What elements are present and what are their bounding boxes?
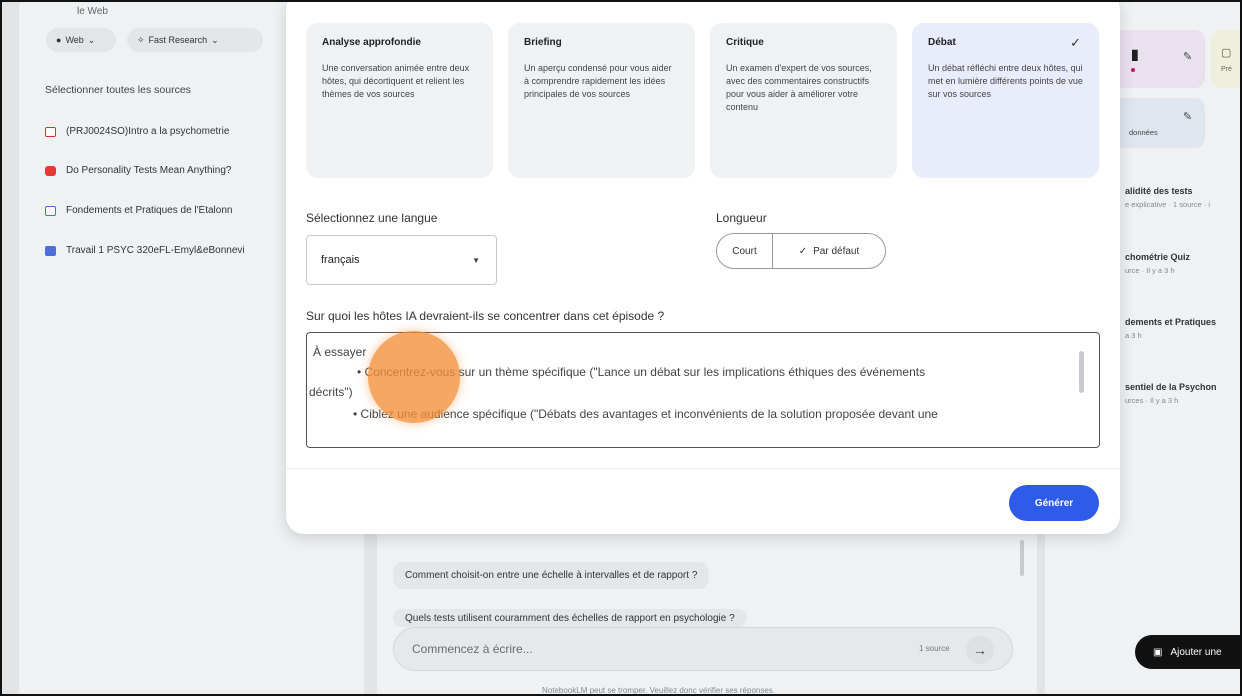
note-subtitle: urces · Il y a 3 h	[1125, 396, 1179, 405]
format-description: Une conversation animée entre deux hôtes…	[322, 63, 470, 99]
send-button[interactable]: →	[966, 636, 994, 664]
source-title: Travail 1 PSYC 320eFL-Emyl&eBonnevi	[66, 245, 245, 256]
dialog-divider	[286, 468, 1120, 469]
generate-button[interactable]: Générer	[1009, 485, 1099, 521]
format-title: Briefing	[524, 37, 562, 48]
research-chip[interactable]: ✧ Fast Research ⌄	[127, 28, 263, 52]
app-frame: le Web ● Web ⌄ ✧ Fast Research ⌄ Sélecti…	[0, 0, 1242, 696]
note-item[interactable]: alidité des tests e explicative · 1 sour…	[1125, 186, 1210, 209]
format-description: Un débat réfléchi entre deux hôtes, qui …	[928, 63, 1083, 99]
format-title: Analyse approfondie	[322, 37, 421, 48]
format-description: Un aperçu condensé pour vous aider à com…	[524, 63, 672, 99]
tile-label: Pré	[1221, 66, 1232, 73]
audio-overview-dialog: Analyse approfondie Une conversation ani…	[286, 2, 1120, 534]
chat-composer[interactable]: Commencez à écrire... 1 source →	[393, 627, 1013, 671]
length-label: Longueur	[716, 211, 767, 225]
note-item[interactable]: chométrie Quiz urce · Il y a 3 h	[1125, 252, 1190, 275]
note-item[interactable]: dements et Pratiques a 3 h	[1125, 317, 1216, 340]
suggested-question[interactable]: Comment choisit-on entre une échelle à i…	[393, 562, 710, 589]
format-description: Un examen d'expert de vos sources, avec …	[726, 63, 872, 112]
web-label: le Web	[77, 6, 108, 17]
youtube-icon	[45, 165, 56, 176]
note-title: alidité des tests	[1125, 186, 1193, 196]
edit-icon[interactable]: ✎	[1183, 50, 1192, 63]
tile-label: données	[1129, 128, 1158, 137]
note-item[interactable]: sentiel de la Psychon urces · Il y a 3 h	[1125, 382, 1217, 405]
pdf-icon	[45, 126, 56, 137]
add-note-button[interactable]: ▣ Ajouter une	[1135, 635, 1240, 669]
source-count: 1 source	[919, 644, 950, 653]
note-subtitle: a 3 h	[1125, 331, 1142, 340]
disclaimer-text: NotebookLM peut se tromper. Veuillez don…	[542, 686, 776, 695]
edit-icon[interactable]: ✎	[1183, 110, 1192, 123]
suggested-question[interactable]: Quels tests utilisent couramment des éch…	[393, 609, 747, 627]
textarea-scrollbar[interactable]	[1079, 351, 1084, 393]
chat-scrollbar[interactable]	[1020, 540, 1024, 576]
globe-icon: ●	[56, 35, 62, 45]
chevron-down-icon: ⌄	[211, 34, 219, 45]
format-title: Critique	[726, 37, 764, 48]
length-short-option[interactable]: Court	[717, 234, 773, 268]
add-note-label: Ajouter une	[1170, 646, 1222, 658]
dropdown-arrow-icon: ▼	[472, 256, 480, 265]
tile-icon: ▢	[1221, 47, 1232, 59]
note-icon: ▣	[1153, 646, 1163, 658]
note-subtitle: urce · Il y a 3 h	[1125, 266, 1175, 275]
research-chip-label: Fast Research	[148, 35, 208, 45]
format-title: Débat	[928, 37, 956, 48]
arrow-right-icon: →	[973, 642, 987, 658]
textarea-placeholder-line: À essayer	[313, 345, 367, 359]
tile-icon: ▮	[1131, 46, 1139, 62]
cursor-highlight	[368, 331, 460, 423]
status-dot	[1131, 68, 1135, 72]
format-card-critique[interactable]: Critique Un examen d'expert de vos sourc…	[710, 23, 897, 178]
studio-tile[interactable]: ▢ Pré	[1211, 30, 1240, 88]
length-short-label: Court	[732, 245, 757, 257]
note-title: dements et Pratiques	[1125, 317, 1217, 327]
chat-panel: Comment choisit-on entre une échelle à i…	[377, 522, 1037, 694]
length-default-option[interactable]: ✓ Par défaut	[773, 234, 885, 268]
note-title: chométrie Quiz	[1125, 252, 1191, 262]
web-chip[interactable]: ● Web ⌄	[46, 28, 116, 52]
focus-label: Sur quoi les hôtes IA devraient-ils se c…	[306, 309, 665, 323]
select-all-sources[interactable]: Sélectionner toutes les sources	[45, 84, 191, 96]
language-select[interactable]: français ▼	[306, 235, 497, 285]
length-default-label: Par défaut	[813, 245, 860, 257]
source-title: Do Personality Tests Mean Anything?	[66, 165, 232, 176]
web-chip-label: Web	[65, 35, 84, 45]
language-label: Sélectionnez une langue	[306, 211, 438, 225]
note-subtitle: e explicative · 1 source · i	[1125, 200, 1211, 209]
note-title: sentiel de la Psychon	[1125, 382, 1217, 392]
format-card-briefing[interactable]: Briefing Un aperçu condensé pour vous ai…	[508, 23, 695, 178]
checkmark-icon: ✓	[1070, 35, 1081, 50]
language-value: français	[321, 254, 360, 266]
source-title: Fondements et Pratiques de l'Étalonn	[66, 205, 233, 216]
chevron-down-icon: ⌄	[87, 34, 96, 45]
length-toggle: Court ✓ Par défaut	[716, 233, 886, 269]
format-card-deep-dive[interactable]: Analyse approfondie Une conversation ani…	[306, 23, 493, 178]
source-title: (PRJ0024SO)Intro a la psychometrie	[66, 126, 230, 137]
check-icon: ✓	[798, 245, 808, 257]
sparkle-icon: ✧	[137, 34, 145, 45]
document-icon	[45, 205, 56, 216]
doc-icon	[45, 245, 56, 256]
composer-placeholder: Commencez à écrire...	[412, 642, 533, 656]
format-card-debate[interactable]: Débat ✓ Un débat réfléchi entre deux hôt…	[912, 23, 1099, 178]
textarea-placeholder-line: décrits")	[309, 385, 353, 399]
